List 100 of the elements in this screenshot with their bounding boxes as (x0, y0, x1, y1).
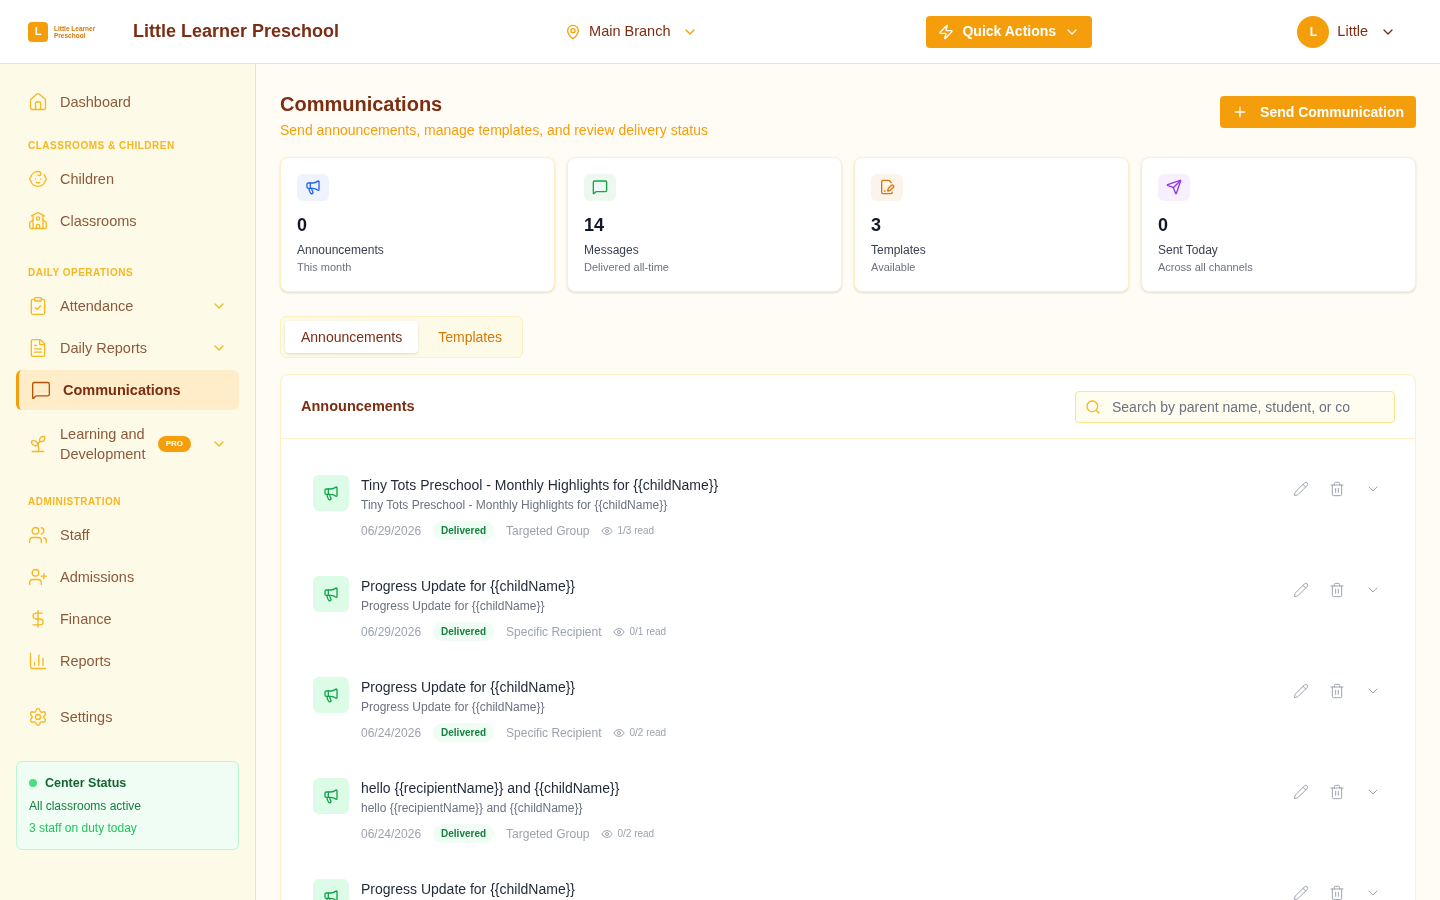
edit-button[interactable] (1291, 883, 1311, 900)
nav-label: Classrooms (60, 212, 138, 231)
announcement-title: Tiny Tots Preschool - Monthly Highlights for {{childName}} (361, 476, 720, 495)
nav-label: Daily Reports (60, 339, 149, 358)
nav-label: Dashboard (60, 93, 132, 112)
status-badge: Delivered (433, 723, 495, 742)
branch-selector[interactable]: Main Branch (565, 20, 699, 43)
sidebar-item[interactable]: Dashboard (16, 82, 239, 122)
status-badge: Delivered (433, 622, 495, 641)
megaphone-icon (323, 687, 339, 703)
stat-value: 3 (871, 213, 882, 237)
status-line: All classrooms active (29, 797, 143, 815)
search-field[interactable]: Search by parent name, student, or co (1075, 390, 1395, 423)
document-icon (28, 338, 48, 358)
clipboard-check-icon (28, 296, 48, 316)
nav-label: Settings (60, 708, 114, 727)
settings-icon (28, 707, 48, 727)
pencil-icon (1293, 582, 1309, 598)
eye-icon (613, 625, 626, 638)
stat-label: Templates (871, 241, 927, 259)
trash-icon (1329, 784, 1345, 800)
search-icon (1085, 398, 1101, 415)
sprout-icon (28, 434, 48, 454)
eye-icon (601, 827, 614, 840)
user-menu[interactable]: L Little (1297, 15, 1396, 48)
stat-label: Announcements (297, 241, 385, 259)
sidebar-item[interactable]: Classrooms (16, 201, 239, 241)
panel-title: Announcements (301, 396, 415, 416)
status-badge: Delivered (433, 824, 495, 843)
announcement-subtitle: hello {{recipientName}} and {{childName}} (361, 800, 584, 817)
audience-label: Specific Recipient (506, 623, 602, 641)
read-count: 0/1 read (629, 625, 667, 639)
sidebar-item[interactable]: Finance (16, 599, 239, 639)
read-count: 0/2 read (617, 827, 655, 841)
megaphone-icon (305, 179, 321, 196)
stat-note: This month (297, 259, 353, 275)
users-icon (28, 525, 48, 545)
pencil-icon (1293, 784, 1309, 800)
megaphone-icon (323, 586, 339, 602)
paper-plane-icon (1166, 179, 1182, 196)
nav-label: Attendance (60, 297, 135, 316)
announcement-subtitle: Tiny Tots Preschool - Monthly Highlights for {{childName}} (361, 497, 669, 514)
announcement-subtitle: Progress Update for {{childName}} (361, 598, 546, 615)
announcement-title: Progress Update for {{childName}} (361, 577, 576, 596)
stat-value: 0 (1158, 213, 1169, 237)
status-title: Center Status (45, 775, 127, 792)
nav-label: Learning and Development (60, 425, 146, 464)
megaphone-icon (323, 485, 339, 501)
logo-mark: L (28, 21, 48, 42)
sidebar-item[interactable]: Learning and Development PRO (16, 418, 239, 470)
edit-button[interactable] (1291, 479, 1311, 499)
sidebar-item[interactable]: Admissions (16, 557, 239, 597)
eye-icon (613, 726, 626, 739)
school-building-icon (28, 211, 48, 231)
announcement-date: 06/29/2026 (361, 522, 422, 540)
page-subtitle: Send announcements, manage templates, and review delivery status (280, 121, 709, 140)
eye-icon (601, 524, 614, 537)
announcement-date: 06/24/2026 (361, 724, 422, 742)
tab[interactable]: Templates (422, 321, 518, 353)
nav-label: Reports (60, 652, 112, 671)
audience-label: Targeted Group (506, 522, 590, 540)
stat-note: Delivered all-time (584, 259, 670, 275)
pencil-icon (1293, 885, 1309, 900)
stat-label: Sent Today (1158, 241, 1219, 259)
sidebar-item[interactable]: Staff (16, 515, 239, 555)
trash-icon (1329, 885, 1345, 900)
announcement-date: 06/24/2026 (361, 825, 422, 843)
sidebar-item[interactable]: Settings (16, 697, 239, 737)
sidebar-item[interactable]: Children (16, 159, 239, 199)
tab[interactable]: Announcements (285, 321, 419, 353)
trash-icon (1329, 481, 1345, 497)
sidebar-item[interactable]: Daily Reports (16, 328, 239, 368)
nav-section-heading: DAILY OPERATIONS (27, 266, 135, 280)
stat-note: Available (871, 259, 917, 275)
page-title: Communications (280, 92, 444, 116)
nav-label: Staff (60, 526, 91, 545)
house-icon (28, 92, 48, 112)
announcement-title: Progress Update for {{childName}} (361, 880, 576, 899)
stat-note: Across all channels (1158, 259, 1254, 275)
trash-icon (1329, 582, 1345, 598)
status-badge: Delivered (433, 521, 495, 540)
audience-label: Targeted Group (506, 825, 590, 843)
nav-section-heading: ADMINISTRATION (27, 495, 122, 509)
pencil-icon (1293, 481, 1309, 497)
sidebar-item[interactable]: Reports (16, 641, 239, 681)
sidebar-item[interactable]: Communications (16, 370, 239, 410)
baby-face-icon (28, 169, 48, 189)
user-avatar: L (1297, 15, 1330, 48)
edit-button[interactable] (1291, 580, 1311, 600)
trash-icon (1329, 683, 1345, 699)
stat-value: 0 (297, 213, 308, 237)
sidebar-item[interactable]: Attendance (16, 286, 239, 326)
lightning-icon (938, 23, 955, 40)
stat-value: 14 (584, 213, 606, 237)
bar-chart-icon (28, 651, 48, 671)
nav-label: Children (60, 170, 115, 189)
announcement-subtitle: Progress Update for {{childName}} (361, 699, 546, 716)
edit-button[interactable] (1291, 681, 1311, 701)
announcement-title: hello {{recipientName}} and {{childName}} (361, 779, 621, 798)
edit-button[interactable] (1291, 782, 1311, 802)
